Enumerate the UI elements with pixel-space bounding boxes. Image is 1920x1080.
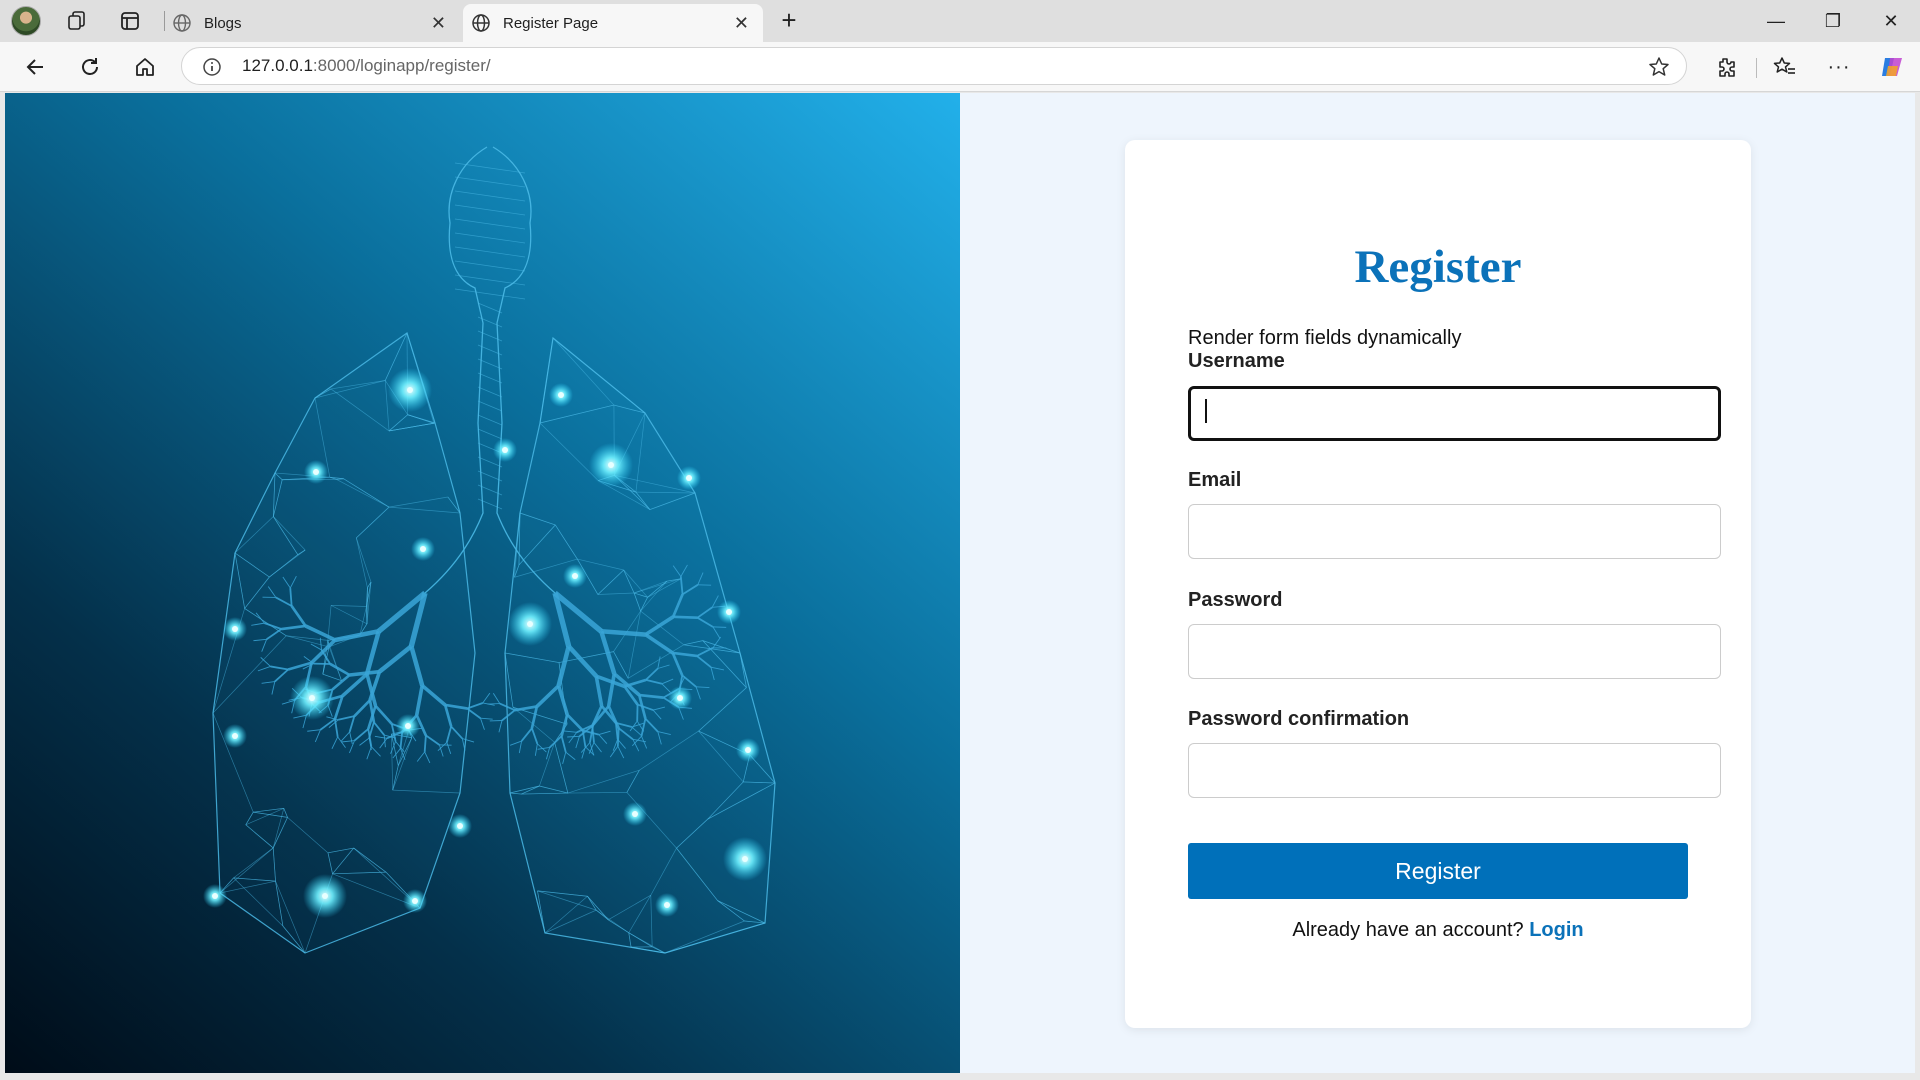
close-icon[interactable]: ✕ [431, 14, 446, 32]
close-icon[interactable]: ✕ [734, 14, 749, 32]
info-icon[interactable] [202, 57, 222, 77]
globe-icon [472, 14, 490, 32]
collections-icon[interactable] [64, 9, 90, 33]
register-button[interactable]: Register [1188, 843, 1688, 899]
url-host: 127.0.0.1 [242, 56, 313, 75]
tab-label: Blogs [204, 14, 242, 32]
register-card: Register Render form fields dynamically … [1125, 140, 1751, 1028]
tab-label: Register Page [503, 14, 599, 32]
home-icon[interactable] [130, 52, 160, 82]
minimize-icon[interactable]: — [1761, 8, 1791, 34]
globe-icon [173, 14, 191, 32]
star-icon[interactable] [1648, 56, 1670, 78]
username-label: Username [1188, 350, 1285, 372]
password-confirmation-input[interactable] [1188, 743, 1721, 798]
tab-register-page[interactable]: Register Page ✕ [463, 4, 763, 42]
login-link[interactable]: Login [1529, 919, 1583, 941]
tab-actions-icon[interactable] [117, 9, 143, 33]
close-window-icon[interactable]: ✕ [1876, 8, 1906, 34]
login-prompt: Already have an account? Login [1125, 919, 1751, 942]
copilot-icon[interactable] [1877, 52, 1907, 82]
password-confirmation-label: Password confirmation [1188, 708, 1410, 730]
page-content: Register Render form fields dynamically … [5, 93, 1915, 1073]
lungs-illustration-svg [203, 146, 776, 954]
favorites-icon[interactable] [1770, 52, 1800, 82]
profile-avatar-icon[interactable] [11, 6, 41, 36]
username-input[interactable] [1188, 386, 1721, 441]
browser-tab-bar: Blogs ✕ Register Page ✕ + — ❐ ✕ [0, 0, 1920, 42]
extensions-icon[interactable] [1711, 52, 1741, 82]
back-icon[interactable] [20, 52, 50, 82]
email-label: Email [1188, 469, 1242, 491]
email-input[interactable] [1188, 504, 1721, 559]
more-icon[interactable]: ··· [1824, 52, 1854, 82]
lungs-illustration [5, 93, 960, 1073]
url-path: :8000/loginapp/register/ [312, 56, 491, 75]
tab-separator [164, 11, 165, 31]
restore-icon[interactable]: ❐ [1818, 8, 1848, 34]
form-note: Render form fields dynamically [1188, 327, 1462, 349]
text-caret [1205, 399, 1207, 423]
password-label: Password [1188, 589, 1283, 611]
tab-blogs[interactable]: Blogs ✕ [166, 4, 460, 42]
window-bottom-edge [0, 1073, 1920, 1080]
login-prompt-text: Already have an account? [1292, 919, 1524, 941]
page-title: Register [1354, 241, 1522, 293]
plus-icon[interactable]: + [776, 7, 802, 34]
refresh-icon[interactable] [75, 52, 105, 82]
address-bar[interactable]: 127.0.0.1:8000/loginapp/register/ [181, 47, 1687, 85]
toolbar-separator [1756, 58, 1757, 78]
browser-toolbar: 127.0.0.1:8000/loginapp/register/ ··· [0, 42, 1920, 92]
address-url[interactable]: 127.0.0.1:8000/loginapp/register/ [242, 56, 491, 76]
password-input[interactable] [1188, 624, 1721, 679]
